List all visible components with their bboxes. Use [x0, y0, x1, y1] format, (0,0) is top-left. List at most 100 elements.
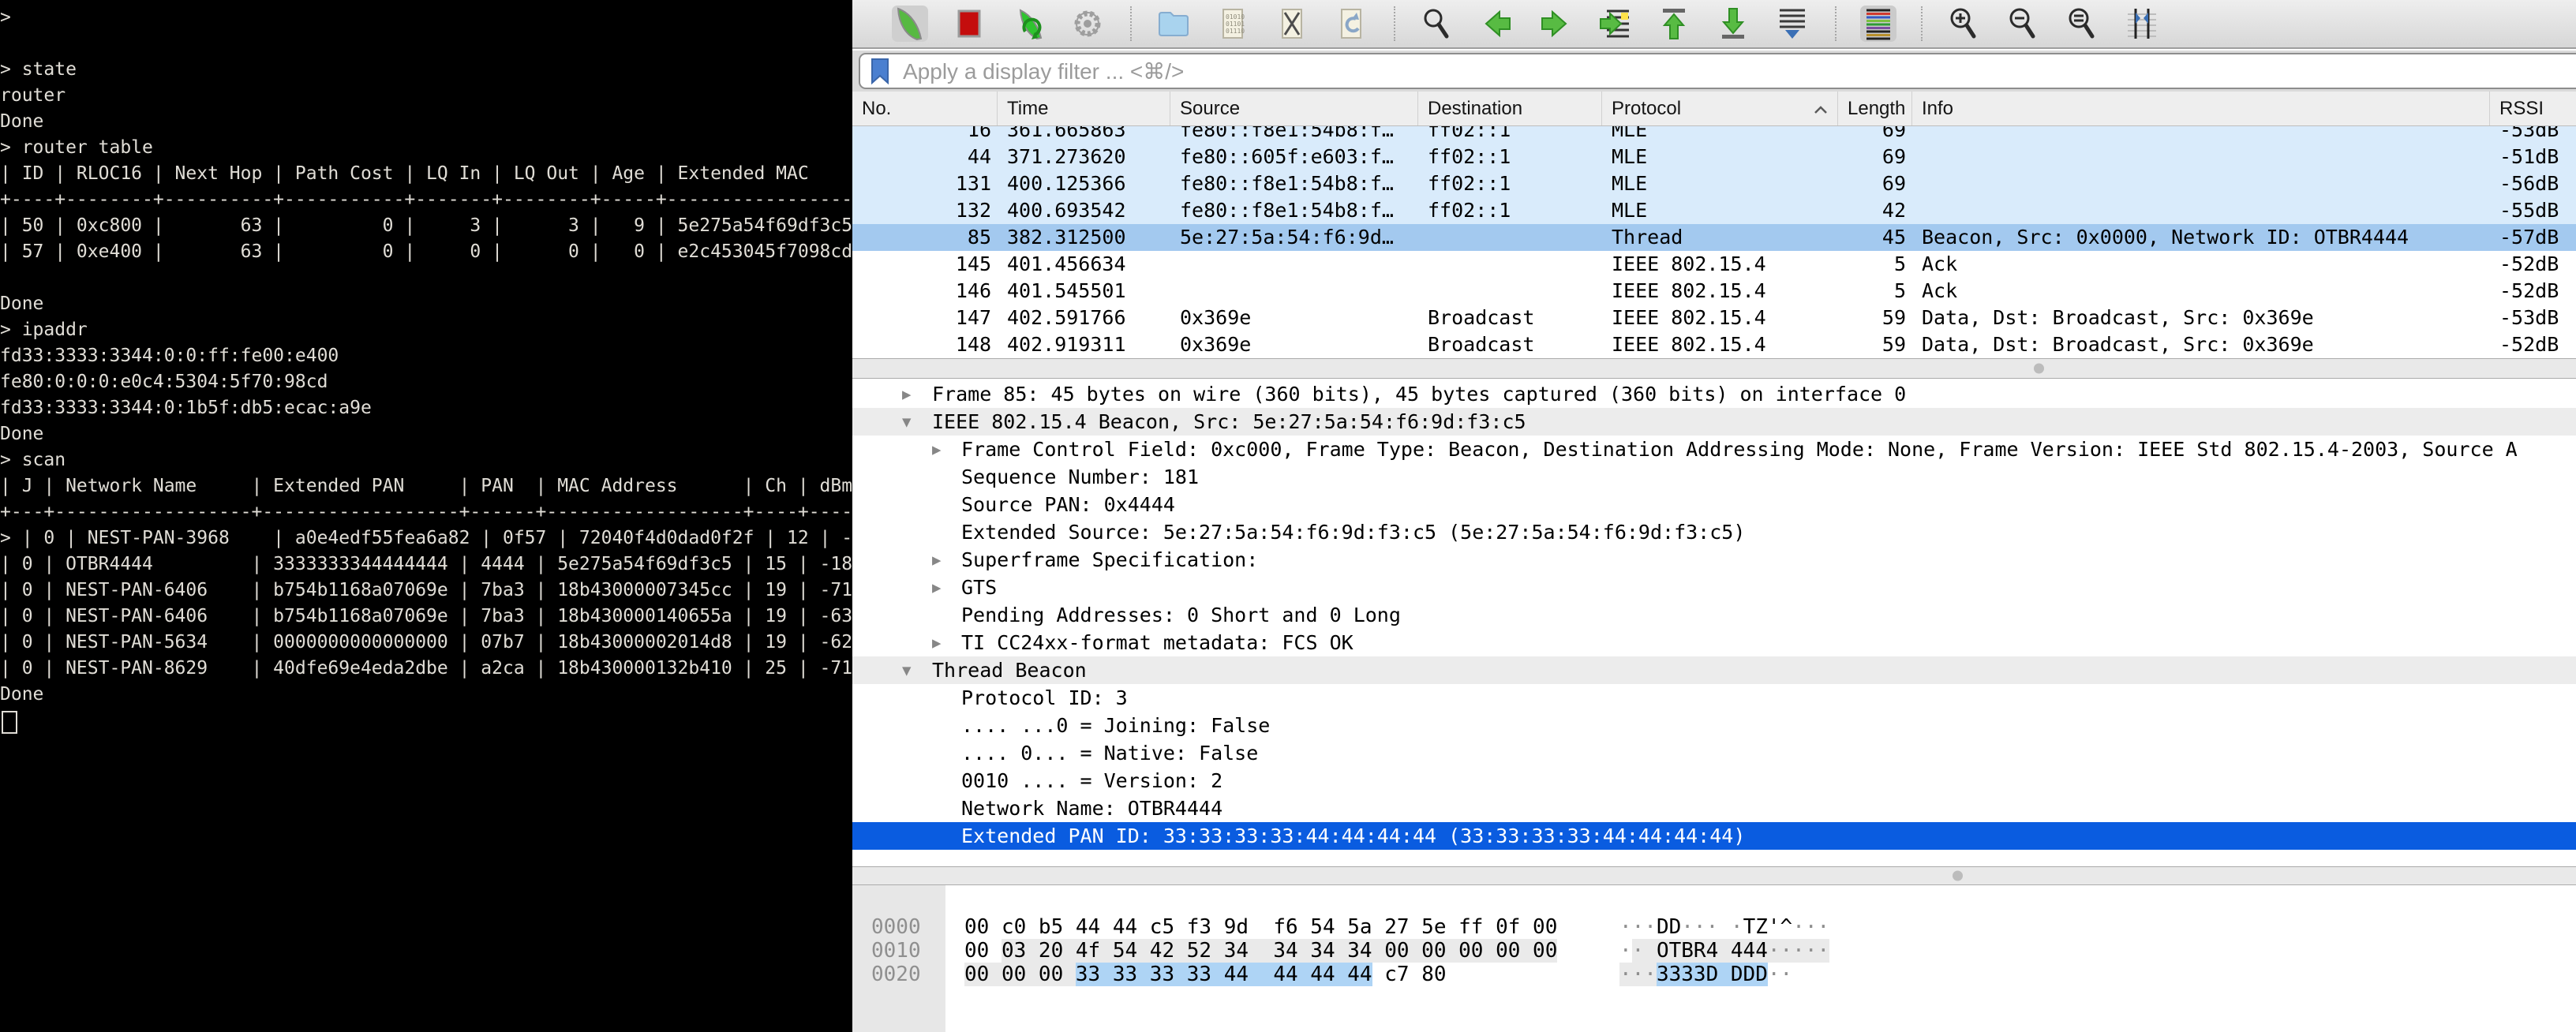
packet-row-44[interactable]: 44371.273620fe80::605f:e603:f…ff02::1MLE… [852, 144, 2576, 170]
hex-ascii[interactable]: ·· OTBR4 444····· [1619, 939, 1829, 963]
packet-list[interactable]: 16361.665863fe80::f8e1:54b8:f…ff02::1MLE… [852, 126, 2576, 358]
column-header-time[interactable]: Time [998, 92, 1170, 125]
capture-options-icon[interactable] [1069, 6, 1106, 42]
detail-row[interactable]: ▼IEEE 802.15.4 Beacon, Src: 5e:27:5a:54:… [852, 408, 2576, 436]
hex-row-0020[interactable]: 002000 00 00 33 33 33 33 44 44 44 44 c7 … [852, 963, 2576, 986]
restart-capture-icon[interactable] [1010, 6, 1046, 42]
collapsed-arrow-icon[interactable]: ▶ [932, 574, 941, 601]
column-header-protocol[interactable]: Protocol [1602, 92, 1838, 125]
auto-scroll-icon[interactable] [1774, 6, 1810, 42]
detail-row[interactable]: .... ...0 = Joining: False [852, 712, 2576, 739]
detail-row[interactable]: ▶Frame 85: 45 bytes on wire (360 bits), … [852, 380, 2576, 408]
go-first-packet-icon[interactable] [1656, 6, 1692, 42]
terminal-line: | 57 | 0xe400 | 63 | 0 | 0 | 0 | 0 | e2c… [0, 239, 852, 265]
packet-row-147[interactable]: 147402.5917660x369eBroadcastIEEE 802.15.… [852, 305, 2576, 331]
stop-capture-icon[interactable] [951, 6, 987, 42]
go-forward-icon[interactable] [1537, 6, 1574, 42]
detail-row[interactable]: Extended PAN ID: 33:33:33:33:44:44:44:44… [852, 822, 2576, 850]
detail-row[interactable]: ▶Frame Control Field: 0xc000, Frame Type… [852, 436, 2576, 463]
wireshark-start-capture-icon[interactable] [892, 6, 928, 42]
hex-bytes[interactable]: 00 00 00 33 33 33 33 44 44 44 44 c7 80 [964, 963, 1447, 986]
hex-row-0000[interactable]: 000000 c0 b5 44 44 c5 f3 9d f6 54 5a 27 … [852, 915, 2576, 939]
zoom-reset-icon[interactable] [2065, 6, 2101, 42]
column-label: Destination [1428, 98, 1592, 120]
detail-row[interactable]: Extended Source: 5e:27:5a:54:f6:9d:f3:c5… [852, 518, 2576, 546]
hex-bytes[interactable]: 00 c0 b5 44 44 c5 f3 9d f6 54 5a 27 5e f… [964, 915, 1557, 939]
go-back-icon[interactable] [1478, 6, 1515, 42]
terminal-line [0, 265, 852, 291]
packet-details-pane[interactable]: ▶Frame 85: 45 bytes on wire (360 bits), … [852, 379, 2576, 866]
resize-columns-icon[interactable] [2124, 6, 2160, 42]
detail-row[interactable]: Sequence Number: 181 [852, 463, 2576, 491]
open-file-icon[interactable] [1155, 6, 1192, 42]
detail-row[interactable]: Source PAN: 0x4444 [852, 491, 2576, 518]
cell-time: 400.125366 [998, 170, 1170, 197]
cell-protocol: IEEE 802.15.4 [1602, 251, 1838, 278]
detail-text: Superframe Specification: [961, 548, 1258, 571]
go-last-packet-icon[interactable] [1715, 6, 1751, 42]
packet-row-148[interactable]: 148402.9193110x369eBroadcastIEEE 802.15.… [852, 331, 2576, 358]
close-file-icon[interactable] [1274, 6, 1310, 42]
collapsed-arrow-icon[interactable]: ▶ [932, 436, 941, 463]
cell-time: 402.919311 [998, 331, 1170, 358]
details-hex-splitter[interactable] [852, 866, 2576, 885]
collapsed-arrow-icon[interactable]: ▶ [902, 381, 911, 408]
hex-dump-pane[interactable]: 000000 c0 b5 44 44 c5 f3 9d f6 54 5a 27 … [852, 885, 2576, 1032]
filter-bookmark-icon[interactable] [870, 58, 890, 84]
column-header-source[interactable]: Source [1170, 92, 1418, 125]
column-header-no[interactable]: No. [852, 92, 998, 125]
list-details-splitter[interactable] [852, 358, 2576, 379]
detail-row[interactable]: ▶TI CC24xx-format metadata: FCS OK [852, 629, 2576, 656]
expanded-arrow-icon[interactable]: ▼ [902, 657, 911, 684]
hex-bytes[interactable]: 00 03 20 4f 54 42 52 34 34 34 34 00 00 0… [964, 939, 1557, 963]
hex-segment: 03 20 4f 54 42 52 34 34 34 34 00 00 00 0… [1002, 939, 1557, 963]
packet-row-85[interactable]: 85382.3125005e:27:5a:54:f6:9d…Thread45Be… [852, 224, 2576, 251]
expanded-arrow-icon[interactable]: ▼ [902, 409, 911, 436]
packet-row-131[interactable]: 131400.125366fe80::f8e1:54b8:f…ff02::1ML… [852, 170, 2576, 197]
svg-text:01110: 01110 [1226, 28, 1245, 35]
detail-row[interactable]: ▶ Superframe Specification: [852, 546, 2576, 574]
packet-row-146[interactable]: 146401.545501IEEE 802.15.45Ack-52dB [852, 278, 2576, 305]
detail-row[interactable]: Protocol ID: 3 [852, 684, 2576, 712]
collapsed-arrow-icon[interactable]: ▶ [932, 630, 941, 656]
zoom-in-icon[interactable] [1946, 6, 1983, 42]
column-label: Protocol [1612, 98, 1810, 120]
detail-row[interactable]: ▶GTS [852, 574, 2576, 601]
go-to-packet-icon[interactable] [1597, 6, 1633, 42]
zoom-out-icon[interactable] [2005, 6, 2042, 42]
packet-row-132[interactable]: 132400.693542fe80::f8e1:54b8:f…ff02::1ML… [852, 197, 2576, 224]
save-file-icon[interactable]: 010100110101110 [1215, 6, 1251, 42]
terminal-line: fe80:0:0:0:e0c4:5304:5f70:98cd [0, 369, 852, 395]
hex-offset: 0010 [871, 939, 921, 963]
detail-row[interactable]: .... 0... = Native: False [852, 739, 2576, 767]
detail-row[interactable]: Pending Addresses: 0 Short and 0 Long [852, 601, 2576, 629]
cell-destination: Broadcast [1418, 305, 1602, 331]
packet-row-145[interactable]: 145401.456634IEEE 802.15.45Ack-52dB [852, 251, 2576, 278]
cell-no: 145 [852, 251, 998, 278]
reload-file-icon[interactable] [1333, 6, 1369, 42]
colorize-packets-icon[interactable] [1860, 6, 1896, 42]
hex-ascii[interactable]: ···DD··· ·TZ'^··· [1619, 915, 1829, 939]
terminal-pane[interactable]: >> staterouterDone> router table| ID | R… [0, 0, 852, 1032]
column-header-rssi[interactable]: RSSI [2490, 92, 2576, 125]
toolbar-separator [1130, 6, 1132, 41]
splitter-handle[interactable] [2034, 364, 2044, 374]
column-header-destination[interactable]: Destination [1418, 92, 1602, 125]
packet-row-16[interactable]: 16361.665863fe80::f8e1:54b8:f…ff02::1MLE… [852, 126, 2576, 144]
hex-ascii[interactable]: ···3333D DDD·· [1619, 963, 1792, 986]
splitter-handle[interactable] [1953, 871, 1963, 881]
ascii-segment: DD [1657, 915, 1681, 939]
find-packet-icon[interactable] [1419, 6, 1455, 42]
detail-row[interactable]: ▼Thread Beacon [852, 656, 2576, 684]
detail-row[interactable]: Network Name: OTBR4444 [852, 795, 2576, 822]
column-header-info[interactable]: Info [1912, 92, 2490, 125]
terminal-line: > [0, 5, 852, 31]
terminal-line: | 0 | NEST-PAN-6406 | b754b1168a07069e |… [0, 578, 852, 604]
hex-segment: 33 33 33 33 44 44 44 44 [1076, 963, 1372, 986]
column-header-length[interactable]: Length [1838, 92, 1912, 125]
hex-row-0010[interactable]: 0010 00 03 20 4f 54 42 52 34 34 34 34 00 … [852, 939, 2576, 963]
collapsed-arrow-icon[interactable]: ▶ [932, 547, 941, 574]
display-filter-input[interactable]: Apply a display filter ... <⌘/> [859, 53, 2576, 89]
detail-row[interactable]: 0010 .... = Version: 2 [852, 767, 2576, 795]
cell-protocol: IEEE 802.15.4 [1602, 278, 1838, 305]
